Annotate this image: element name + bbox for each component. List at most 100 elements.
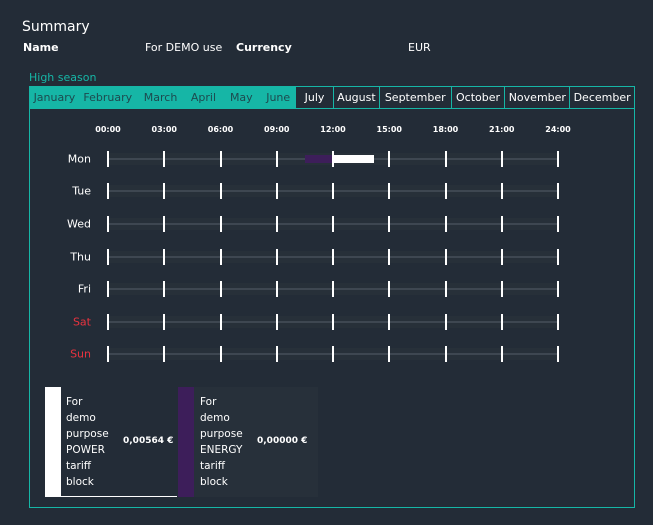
hour-tick [500, 216, 503, 232]
power-description: For demo purpose POWER tariff block [66, 394, 109, 490]
hour-tick [107, 151, 109, 167]
hour-tick [500, 183, 503, 199]
day-label-thu: Thu [70, 250, 91, 264]
hour-tick [275, 151, 278, 167]
hour-tick [275, 281, 278, 297]
tab-may[interactable]: May [222, 86, 261, 108]
hour-tick [275, 216, 278, 232]
high-season-label: High season [29, 71, 97, 84]
power-description-line: POWER [66, 444, 105, 456]
power-price: 0,00564 € [123, 436, 174, 446]
tab-january[interactable]: January [29, 86, 79, 108]
hour-tick [275, 314, 278, 330]
hour-tick [500, 151, 503, 167]
hour-tick [388, 249, 391, 265]
hour-tick [163, 216, 166, 232]
tab-october[interactable]: October [451, 86, 506, 108]
name-label: Name [23, 41, 59, 54]
energy-price: 0,00000 € [257, 436, 308, 446]
month-tabs: January February March April May June July Augu… [29, 86, 635, 108]
hour-tick [500, 249, 503, 265]
hour-tick [163, 151, 166, 167]
hour-tick [275, 346, 278, 362]
energy-description-line: block [200, 476, 228, 488]
hour-tick [107, 346, 109, 362]
tab-september[interactable]: September [379, 86, 452, 108]
day-label-fri: Fri [77, 282, 91, 296]
hour-tick [107, 216, 109, 232]
power-description-line: For [66, 396, 83, 408]
day-label-tue: Tue [72, 184, 91, 198]
hour-tick [388, 281, 391, 297]
power-swatch [45, 387, 61, 497]
hour-tick [444, 314, 447, 330]
hour-tick [557, 151, 559, 167]
hour-tick [557, 346, 559, 362]
day-label-sun: Sun [70, 347, 91, 361]
hour-tick [275, 249, 278, 265]
hour-tick [557, 216, 559, 232]
hour-tick [163, 281, 166, 297]
tariff-block-power[interactable] [333, 155, 375, 163]
hour-tick [332, 314, 334, 330]
hour-tick [444, 281, 447, 297]
hour-tick [557, 281, 559, 297]
energy-description: For demo purpose ENERGY tariff block [200, 394, 243, 490]
legend-power: For demo purpose POWER tariff block 0,00564 € [45, 387, 177, 497]
hour-tick [107, 314, 109, 330]
hour-label: 06:00 [207, 125, 234, 134]
tab-february[interactable]: February [78, 86, 137, 108]
hour-tick [388, 151, 391, 167]
energy-description-line: tariff [200, 460, 226, 472]
power-underline [61, 496, 177, 497]
hour-tick [163, 183, 166, 199]
hour-tick [444, 183, 447, 199]
hour-tick [219, 249, 222, 265]
hour-label: 00:00 [95, 125, 121, 134]
tab-april[interactable]: April [184, 86, 223, 108]
hour-label: 09:00 [264, 125, 290, 134]
hour-tick [444, 216, 447, 232]
hour-tick [163, 314, 166, 330]
tab-july[interactable]: July [296, 86, 334, 108]
hour-tick [332, 346, 334, 362]
hour-tick [388, 183, 391, 199]
legend-energy: For demo purpose ENERGY tariff block 0,00000 … [178, 387, 318, 497]
day-label-wed: Wed [67, 217, 91, 231]
energy-description-line: demo [200, 412, 230, 424]
power-description-line: demo [66, 412, 96, 424]
hour-tick [107, 249, 109, 265]
tab-december[interactable]: December [570, 86, 635, 108]
hour-tick [275, 183, 278, 199]
hour-tick [332, 151, 334, 167]
day-label-mon: Mon [67, 152, 91, 166]
hour-label: 18:00 [432, 125, 459, 134]
tab-november[interactable]: November [505, 86, 571, 108]
currency-label: Currency [236, 41, 292, 54]
hour-tick [332, 216, 334, 232]
hour-tick [500, 346, 503, 362]
tariff-block-energy[interactable] [304, 155, 333, 163]
hour-tick [219, 216, 222, 232]
hour-tick [107, 281, 109, 297]
energy-description-line: ENERGY [200, 444, 243, 456]
hour-tick [163, 249, 166, 265]
page-title: Summary [22, 19, 90, 35]
day-label-sat: Sat [72, 315, 91, 329]
hour-label: 12:00 [320, 125, 346, 134]
energy-description-line: For [200, 396, 217, 408]
hour-tick [219, 151, 222, 167]
tab-august[interactable]: August [334, 86, 380, 108]
hour-tick [219, 183, 222, 199]
hour-tick [500, 281, 503, 297]
tab-june[interactable]: June [260, 86, 297, 108]
currency-value: EUR [408, 41, 431, 54]
energy-swatch [178, 387, 194, 497]
hour-label: 15:00 [376, 125, 402, 134]
hour-tick [444, 151, 447, 167]
tab-march[interactable]: March [136, 86, 185, 108]
power-description-line: tariff [66, 460, 92, 472]
hour-tick [557, 249, 559, 265]
hour-tick [107, 183, 109, 199]
hour-label: 03:00 [151, 125, 177, 134]
